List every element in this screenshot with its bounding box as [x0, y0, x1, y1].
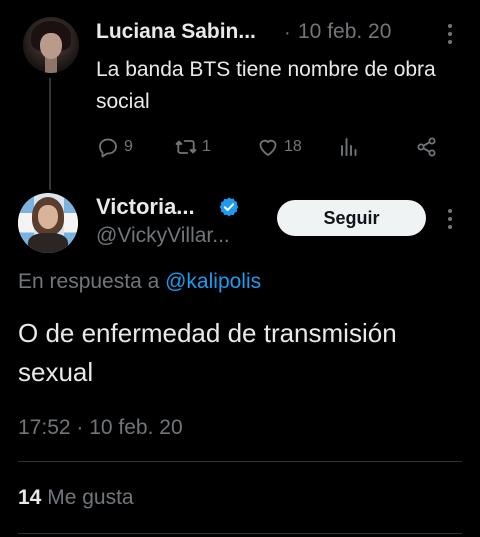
retweet-button[interactable]: 1: [174, 134, 211, 160]
main-tweet-text: O de enfermedad de transmisión sexual: [18, 318, 397, 387]
like-button[interactable]: 18: [256, 134, 302, 160]
divider: [18, 461, 462, 462]
reply-icon: [99, 138, 117, 158]
parent-tweet-date[interactable]: 10 feb. 20: [298, 20, 391, 44]
likes-summary[interactable]: 14 Me gusta: [18, 486, 134, 510]
retweet-count: 1: [202, 138, 211, 155]
parent-author-name[interactable]: Luciana Sabin...: [96, 20, 256, 44]
main-author-name[interactable]: Victoria...: [96, 194, 195, 220]
thread-connector-line: [49, 78, 51, 190]
share-icon: [417, 137, 436, 157]
main-more-options-icon[interactable]: [441, 207, 459, 231]
divider: [18, 533, 462, 534]
parent-more-options-icon[interactable]: [441, 22, 459, 46]
main-tweet-timestamp[interactable]: 17:52 · 10 feb. 20: [18, 416, 183, 440]
likes-count: 14: [18, 486, 42, 509]
reply-count: 9: [124, 138, 133, 155]
views-button[interactable]: [337, 134, 361, 160]
reply-mention-link[interactable]: @kalipolis: [165, 270, 261, 293]
parent-date-separator: ·: [284, 22, 291, 44]
reply-prefix: En respuesta a: [18, 270, 160, 293]
verified-badge-icon: [219, 197, 239, 217]
parent-tweet-text: La banda BTS tiene nombre de obra social: [96, 58, 436, 113]
share-button[interactable]: [415, 134, 439, 160]
like-count: 18: [284, 138, 302, 155]
parent-tweet-actions: 9 1 18: [96, 134, 446, 160]
reply-button[interactable]: 9: [96, 134, 133, 160]
retweet-icon: [175, 140, 197, 154]
heart-icon: [259, 139, 277, 156]
follow-button[interactable]: Seguir: [277, 200, 426, 236]
views-icon: [341, 138, 357, 156]
reply-context: En respuesta a @kalipolis: [18, 270, 261, 294]
parent-author-avatar[interactable]: [23, 17, 79, 73]
main-author-avatar[interactable]: [18, 193, 78, 253]
likes-label: Me gusta: [47, 486, 134, 509]
main-author-handle[interactable]: @VickyVillar...: [96, 224, 230, 248]
